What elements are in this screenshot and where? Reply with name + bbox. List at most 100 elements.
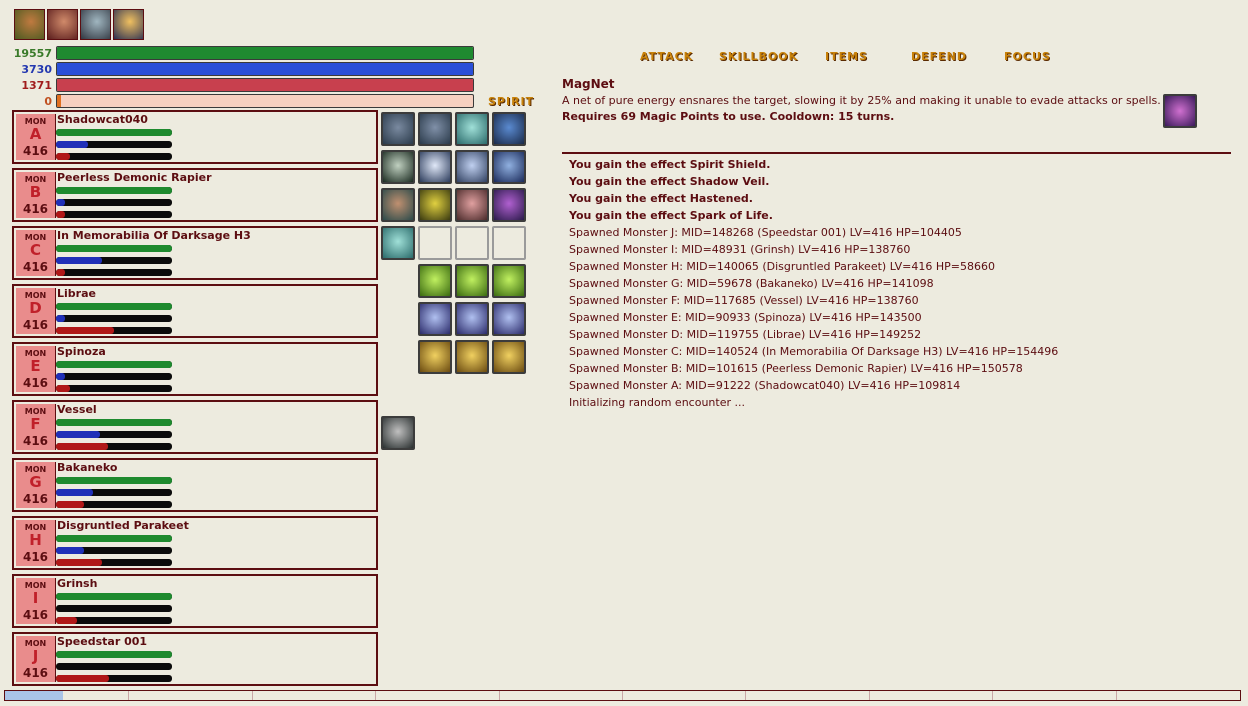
log-divider	[562, 152, 1231, 154]
skillbook-button[interactable]: SKILLBOOK	[719, 50, 798, 63]
log-entry: Initializing random encounter ...	[569, 396, 745, 409]
monster-sp-fill	[56, 675, 110, 682]
monster-hp-fill	[56, 651, 172, 658]
buff-icon-1	[381, 112, 415, 146]
log-entry: You gain the effect Hastened.	[569, 192, 753, 205]
buff-icon-13	[381, 226, 415, 260]
monster-sp-fill	[56, 327, 114, 334]
monster-card[interactable]: MON H 416 Disgruntled Parakeet	[12, 516, 378, 570]
mp-bar	[56, 62, 474, 76]
focus-button[interactable]: FOCUS	[1004, 50, 1051, 63]
monster-card[interactable]: MON A 416 Shadowcat040	[12, 110, 378, 164]
gold-cross-icon[interactable]	[455, 340, 489, 374]
bottom-progress-fill	[5, 691, 64, 700]
monster-letter: I	[32, 589, 39, 607]
monster-level: 416	[22, 144, 49, 158]
monster-mp-fill	[56, 547, 84, 554]
monster-card[interactable]: MON C 416 In Memorabilia Of Darksage H3	[12, 226, 378, 280]
green-cross-icon[interactable]	[455, 264, 489, 298]
monster-sp-bar	[56, 617, 172, 624]
monster-sp-bar	[56, 211, 172, 218]
gold-cross-icon[interactable]	[418, 340, 452, 374]
monster-sp-bar	[56, 327, 172, 334]
monster-hp-bar	[56, 303, 172, 310]
empty-buff-slot	[455, 226, 489, 260]
monster-letter: A	[29, 125, 42, 143]
monster-name: Peerless Demonic Rapier	[57, 171, 212, 184]
spirit-button[interactable]: SPIRIT	[488, 95, 534, 108]
monster-card[interactable]: MON D 416 Librae	[12, 284, 378, 338]
blue-cross-icon[interactable]	[418, 302, 452, 336]
monster-mp-bar	[56, 547, 172, 554]
monster-hp-bar	[56, 593, 172, 600]
monster-card[interactable]: MON F 416 Vessel	[12, 400, 378, 454]
empty-buff-slot	[492, 226, 526, 260]
mp-value: 3730	[21, 63, 52, 76]
party-portrait-3[interactable]	[80, 9, 111, 40]
buff-icon-6	[418, 150, 452, 184]
monster-card[interactable]: MON I 416 Grinsh	[12, 574, 378, 628]
monster-mp-bar	[56, 199, 172, 206]
monster-mp-bar	[56, 141, 172, 148]
monster-letter: C	[29, 241, 41, 259]
monster-hp-bar	[56, 419, 172, 426]
party-portrait-1[interactable]	[14, 9, 45, 40]
items-button[interactable]: ITEMS	[825, 50, 868, 63]
green-cross-icon[interactable]	[418, 264, 452, 298]
monster-hp-fill	[56, 535, 172, 542]
monster-level: 416	[22, 666, 49, 680]
monster-letter: F	[30, 415, 41, 433]
monster-sp-bar	[56, 385, 172, 392]
empty-buff-slot	[418, 226, 452, 260]
monster-card[interactable]: MON E 416 Spinoza	[12, 342, 378, 396]
log-entry: Spawned Monster H: MID=140065 (Disgruntl…	[569, 260, 995, 273]
monster-name: Librae	[57, 287, 96, 300]
monster-mp-bar	[56, 605, 172, 612]
monster-sp-fill	[56, 617, 77, 624]
monster-name: Disgruntled Parakeet	[57, 519, 189, 532]
monster-mp-fill	[56, 257, 103, 264]
party-portrait-4[interactable]	[113, 9, 144, 40]
monster-sp-bar	[56, 269, 172, 276]
monster-card[interactable]: MON B 416 Peerless Demonic Rapier	[12, 168, 378, 222]
party-portrait-2[interactable]	[47, 9, 78, 40]
bottom-bar-divider	[745, 691, 747, 700]
monster-mp-bar	[56, 431, 172, 438]
attack-button[interactable]: ATTACK	[640, 50, 693, 63]
monster-hp-bar	[56, 129, 172, 136]
monster-tag: MON J 416	[16, 636, 56, 682]
sp-fill	[57, 79, 473, 91]
monster-mp-bar	[56, 663, 172, 670]
monster-tag: MON C 416	[16, 230, 56, 276]
monster-hp-fill	[56, 245, 172, 252]
green-cross-icon[interactable]	[492, 264, 526, 298]
monster-letter: H	[29, 531, 42, 549]
monster-sp-fill	[56, 385, 70, 392]
monster-tag: MON G 416	[16, 462, 56, 508]
log-entry: Spawned Monster F: MID=117685 (Vessel) L…	[569, 294, 919, 307]
log-entry: Spawned Monster I: MID=48931 (Grinsh) LV…	[569, 243, 911, 256]
monster-card[interactable]: MON G 416 Bakaneko	[12, 458, 378, 512]
sp-value: 1371	[21, 79, 52, 92]
buff-icon-8	[492, 150, 526, 184]
monster-mp-bar	[56, 315, 172, 322]
sp-bar	[56, 78, 474, 92]
monster-card[interactable]: MON J 416 Speedstar 001	[12, 632, 378, 686]
buff-icon-9	[381, 188, 415, 222]
blue-cross-icon[interactable]	[492, 302, 526, 336]
defend-button[interactable]: DEFEND	[911, 50, 967, 63]
monster-sp-bar	[56, 153, 172, 160]
gold-cross-icon[interactable]	[492, 340, 526, 374]
monster-hp-bar	[56, 535, 172, 542]
monster-sp-bar	[56, 501, 172, 508]
magnet-skill-icon[interactable]	[1163, 94, 1197, 128]
monster-letter: B	[29, 183, 42, 201]
oc-bar	[56, 94, 474, 108]
monster-letter: G	[29, 473, 42, 491]
monster-tag: MON E 416	[16, 346, 56, 392]
monster-sp-fill	[56, 269, 66, 276]
monster-name: Vessel	[57, 403, 97, 416]
blue-cross-icon[interactable]	[455, 302, 489, 336]
claw-icon[interactable]	[381, 416, 415, 450]
monster-hp-fill	[56, 303, 172, 310]
